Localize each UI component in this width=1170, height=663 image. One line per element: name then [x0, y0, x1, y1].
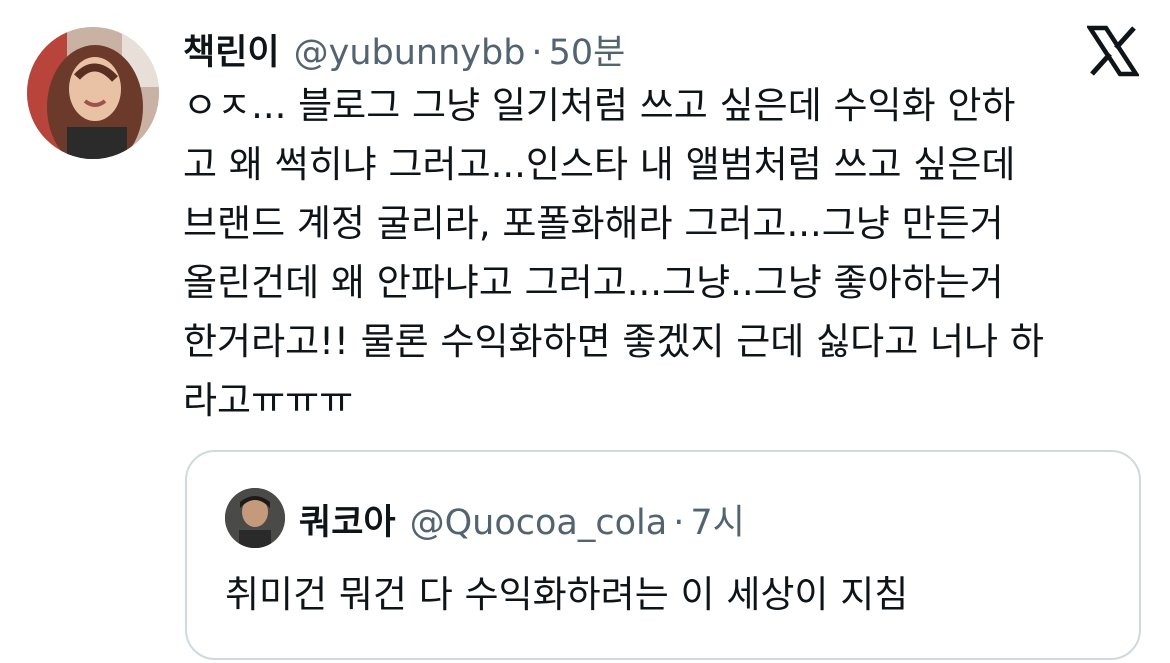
tweet-header: 책린이 @yubunnybb · 50분	[183, 24, 625, 73]
author-handle[interactable]: @yubunnybb	[294, 33, 526, 73]
tweet-body: ㅇㅈ... 블로그 그냥 일기처럼 쓰고 싶은데 수익화 안하 고 왜 썩히냐 …	[183, 76, 1143, 430]
quoted-author-handle[interactable]: @Quocoa_cola	[410, 503, 668, 543]
x-logo-icon[interactable]	[1085, 25, 1141, 77]
tweet-text-line: 올린건데 왜 안파냐고 그러고...그냥..그냥 좋아하는거	[183, 261, 1004, 304]
tweet-timestamp[interactable]: 50분	[549, 24, 626, 75]
tweet-text-line: 고 왜 썩히냐 그러고...인스타 내 앨범처럼 쓰고 싶은데	[183, 143, 1016, 186]
quoted-author-avatar[interactable]	[225, 488, 285, 548]
quoted-author-display-name[interactable]: 쿼코아	[299, 494, 396, 545]
quoted-tweet-text: 취미건 뭐건 다 수익화하려는 이 세상이 지침	[225, 573, 909, 616]
tweet-text-line: 한거라고!! 물론 수익화하면 좋겠지 근데 싫다고 너나 하	[183, 320, 1044, 363]
quoted-header-separator: ·	[673, 503, 685, 543]
header-separator: ·	[531, 33, 543, 73]
quoted-user-avatar-photo-icon	[225, 488, 285, 548]
quoted-tweet-header: 쿼코아 @Quocoa_cola · 7시	[299, 494, 745, 545]
quoted-tweet-card[interactable]: 쿼코아 @Quocoa_cola · 7시 취미건 뭐건 다 수익화하려는 이 …	[185, 450, 1141, 660]
user-avatar-photo-icon	[27, 27, 159, 159]
tweet-text-line: ㅇㅈ... 블로그 그냥 일기처럼 쓰고 싶은데 수익화 안하	[183, 84, 1016, 127]
author-avatar[interactable]	[27, 27, 159, 159]
quoted-tweet-timestamp[interactable]: 7시	[690, 494, 744, 545]
author-display-name[interactable]: 책린이	[183, 24, 280, 75]
tweet-text-line: 라고ㅠㅠㅠ	[183, 379, 354, 422]
tweet-text-line: 브랜드 계정 굴리라, 포폴화해라 그러고...그냥 만든거	[183, 202, 1004, 245]
